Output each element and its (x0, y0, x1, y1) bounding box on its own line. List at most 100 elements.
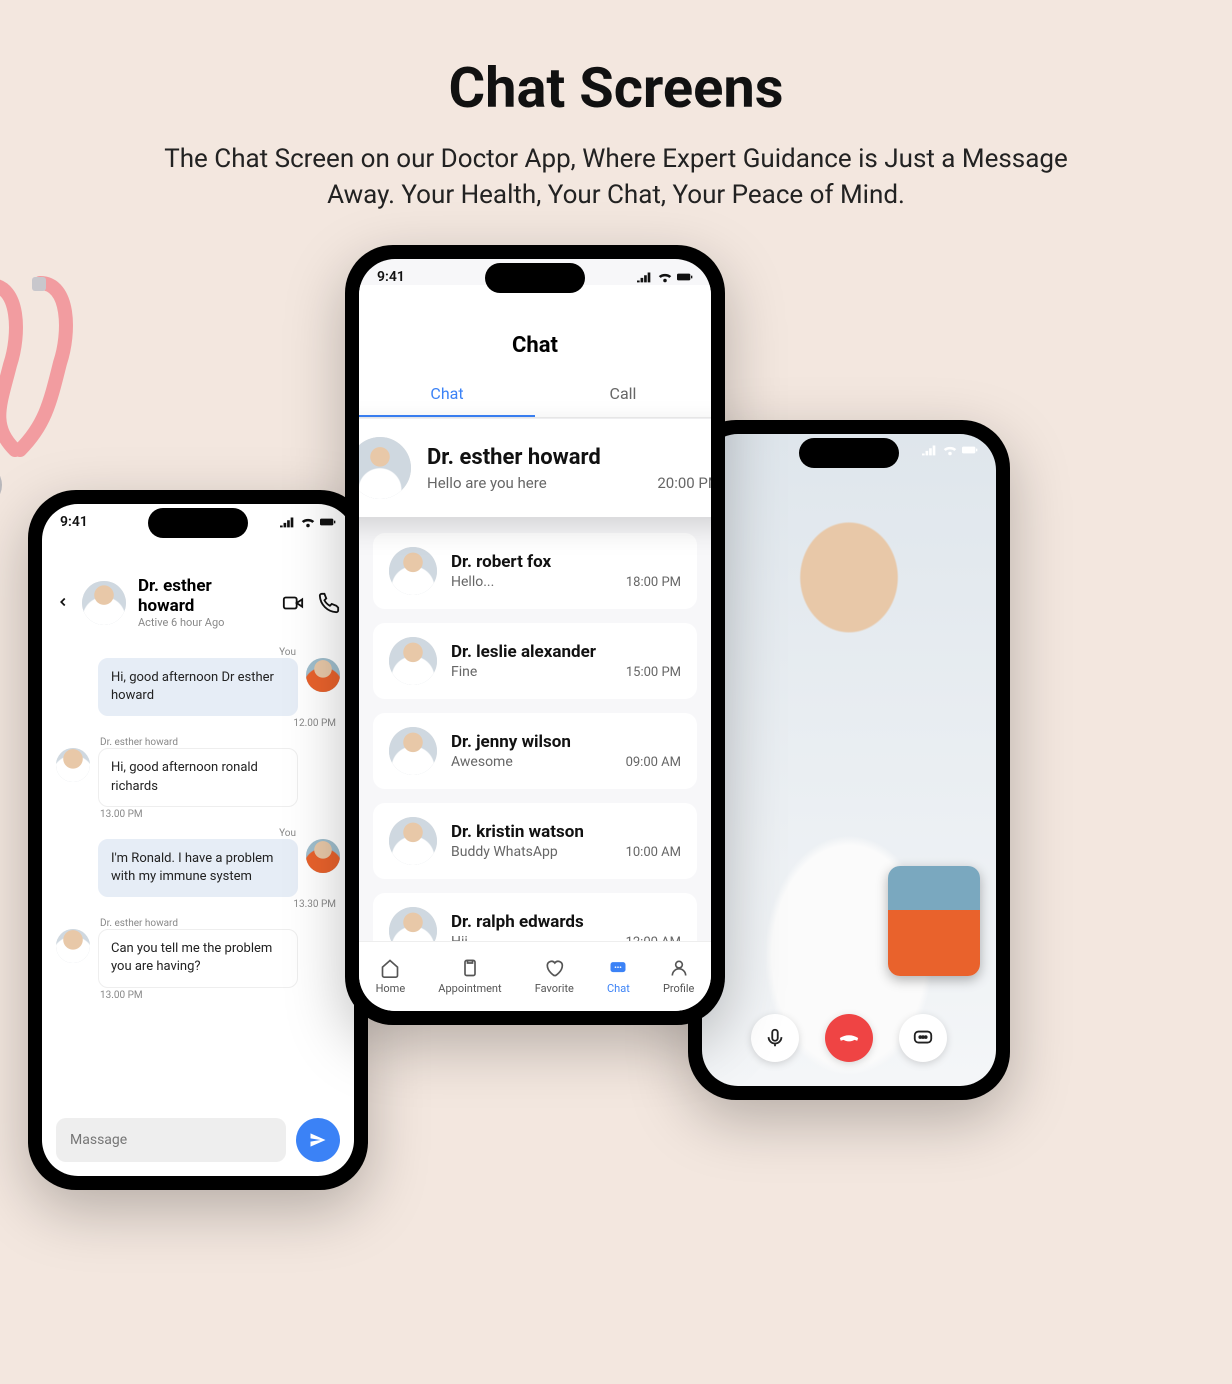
signal-icon (280, 516, 296, 528)
sender-label: Dr. esther howard (56, 737, 340, 748)
chat-list-title: Chat (359, 285, 711, 372)
chat-snippet: Awesome (451, 754, 513, 770)
conversation-header: Dr. esther howard Active 6 hour Ago (42, 530, 354, 639)
page-title: Chat Screens (0, 0, 1232, 121)
phone-conversation: 9:41 Dr. esther howard Active 6 hour Ago (28, 490, 368, 1190)
chat-snippet: Hello are you here (427, 474, 547, 492)
avatar (359, 437, 411, 499)
sender-label: Dr. esther howard (56, 918, 340, 929)
chat-name: Dr. esther howard (427, 445, 711, 470)
page-subtitle: The Chat Screen on our Doctor App, Where… (0, 121, 1232, 214)
send-icon (308, 1130, 328, 1150)
wifi-icon (942, 444, 958, 456)
wifi-icon (300, 516, 316, 528)
chevron-left-icon (56, 595, 70, 609)
chat-row[interactable]: Dr. leslie alexander Fine 15:00 PM (373, 623, 697, 699)
message-composer (56, 1118, 340, 1162)
sender-label: You (56, 647, 340, 658)
message-input[interactable] (56, 1118, 286, 1162)
chat-time: 15:00 PM (626, 665, 681, 680)
nav-label: Favorite (535, 982, 574, 995)
message-bubble: I'm Ronald. I have a problem with my imm… (98, 839, 298, 897)
message-time: 13.00 PM (56, 809, 340, 820)
nav-home[interactable]: Home (376, 958, 406, 995)
mute-button[interactable] (751, 1014, 799, 1062)
chat-name: Dr. kristin watson (451, 822, 681, 842)
battery-icon (320, 516, 336, 528)
conversation-status: Active 6 hour Ago (138, 616, 270, 629)
message-list: You Hi, good afternoon Dr esther howard … (42, 639, 354, 1001)
avatar (56, 748, 90, 782)
home-icon (380, 958, 400, 978)
chat-snippet: Buddy WhatsApp (451, 844, 558, 860)
status-indicators (922, 444, 978, 456)
message-time: 13.00 PM (56, 990, 340, 1001)
end-call-button[interactable] (825, 1014, 873, 1062)
nav-favorite[interactable]: Favorite (535, 958, 574, 995)
chat-time: 18:00 PM (626, 575, 681, 590)
message-time: 12.00 PM (56, 718, 340, 729)
chat-row[interactable]: Dr. kristin watson Buddy WhatsApp 10:00 … (373, 803, 697, 879)
nav-profile[interactable]: Profile (663, 958, 694, 995)
heart-icon (544, 958, 564, 978)
avatar (306, 839, 340, 873)
status-indicators (637, 271, 693, 283)
avatar (389, 547, 437, 595)
phone-notch (485, 263, 585, 293)
chat-tabs: Chat Call (359, 372, 711, 418)
phone-hangup-icon (838, 1027, 860, 1049)
avatar (389, 817, 437, 865)
nav-label: Chat (607, 982, 630, 995)
nav-appointment[interactable]: Appointment (438, 958, 501, 995)
status-indicators (280, 516, 336, 528)
battery-icon (677, 271, 693, 283)
avatar (306, 658, 340, 692)
chat-row[interactable]: Dr. robert fox Hello... 18:00 PM (373, 533, 697, 609)
phone-chat-list: 9:41 Chat Chat Call Dr. esther howard He… (345, 245, 725, 1025)
clipboard-icon (460, 958, 480, 978)
chat-toggle-button[interactable] (899, 1014, 947, 1062)
phone-notch (799, 438, 899, 468)
chat-name: Dr. robert fox (451, 552, 681, 572)
nav-label: Profile (663, 982, 694, 995)
bottom-nav: Home Appointment Favorite Chat Profile (359, 941, 711, 1011)
back-button[interactable] (56, 590, 70, 615)
avatar (56, 929, 90, 963)
chat-row-featured[interactable]: Dr. esther howard Hello are you here 20:… (359, 419, 711, 517)
chat-snippet: Hello... (451, 574, 494, 590)
message-time: 13.30 PM (56, 899, 340, 910)
avatar (82, 581, 126, 625)
doctor-video-feed (702, 434, 996, 1086)
chat-row[interactable]: Dr. jenny wilson Awesome 09:00 AM (373, 713, 697, 789)
chat-time: 10:00 AM (626, 845, 681, 860)
call-controls (702, 1014, 996, 1062)
phone-video-call (688, 420, 1010, 1100)
avatar (389, 727, 437, 775)
nav-label: Home (376, 982, 406, 995)
phone-call-icon[interactable] (318, 592, 340, 614)
send-button[interactable] (296, 1118, 340, 1162)
chat-name: Dr. ralph edwards (451, 912, 681, 932)
mic-icon (764, 1027, 786, 1049)
chat-name: Dr. leslie alexander (451, 642, 681, 662)
chat-snippet: Fine (451, 664, 477, 680)
tab-chat[interactable]: Chat (359, 372, 535, 417)
signal-icon (922, 444, 938, 456)
chat-bubble-icon (912, 1027, 934, 1049)
chat-time: 09:00 AM (626, 755, 681, 770)
self-video-pip[interactable] (888, 866, 980, 976)
status-time: 9:41 (377, 269, 405, 285)
message-bubble: Hi, good afternoon ronald richards (98, 748, 298, 806)
video-call-icon[interactable] (282, 592, 304, 614)
phone-notch (148, 508, 248, 538)
battery-icon (962, 444, 978, 456)
nav-chat[interactable]: Chat (607, 958, 630, 995)
chat-icon (608, 958, 628, 978)
message-bubble: Can you tell me the problem you are havi… (98, 929, 298, 987)
signal-icon (637, 271, 653, 283)
tab-call[interactable]: Call (535, 372, 711, 417)
nav-label: Appointment (438, 982, 501, 995)
chat-time: 20:00 PM (657, 474, 711, 492)
chat-name: Dr. jenny wilson (451, 732, 681, 752)
message-bubble: Hi, good afternoon Dr esther howard (98, 658, 298, 716)
